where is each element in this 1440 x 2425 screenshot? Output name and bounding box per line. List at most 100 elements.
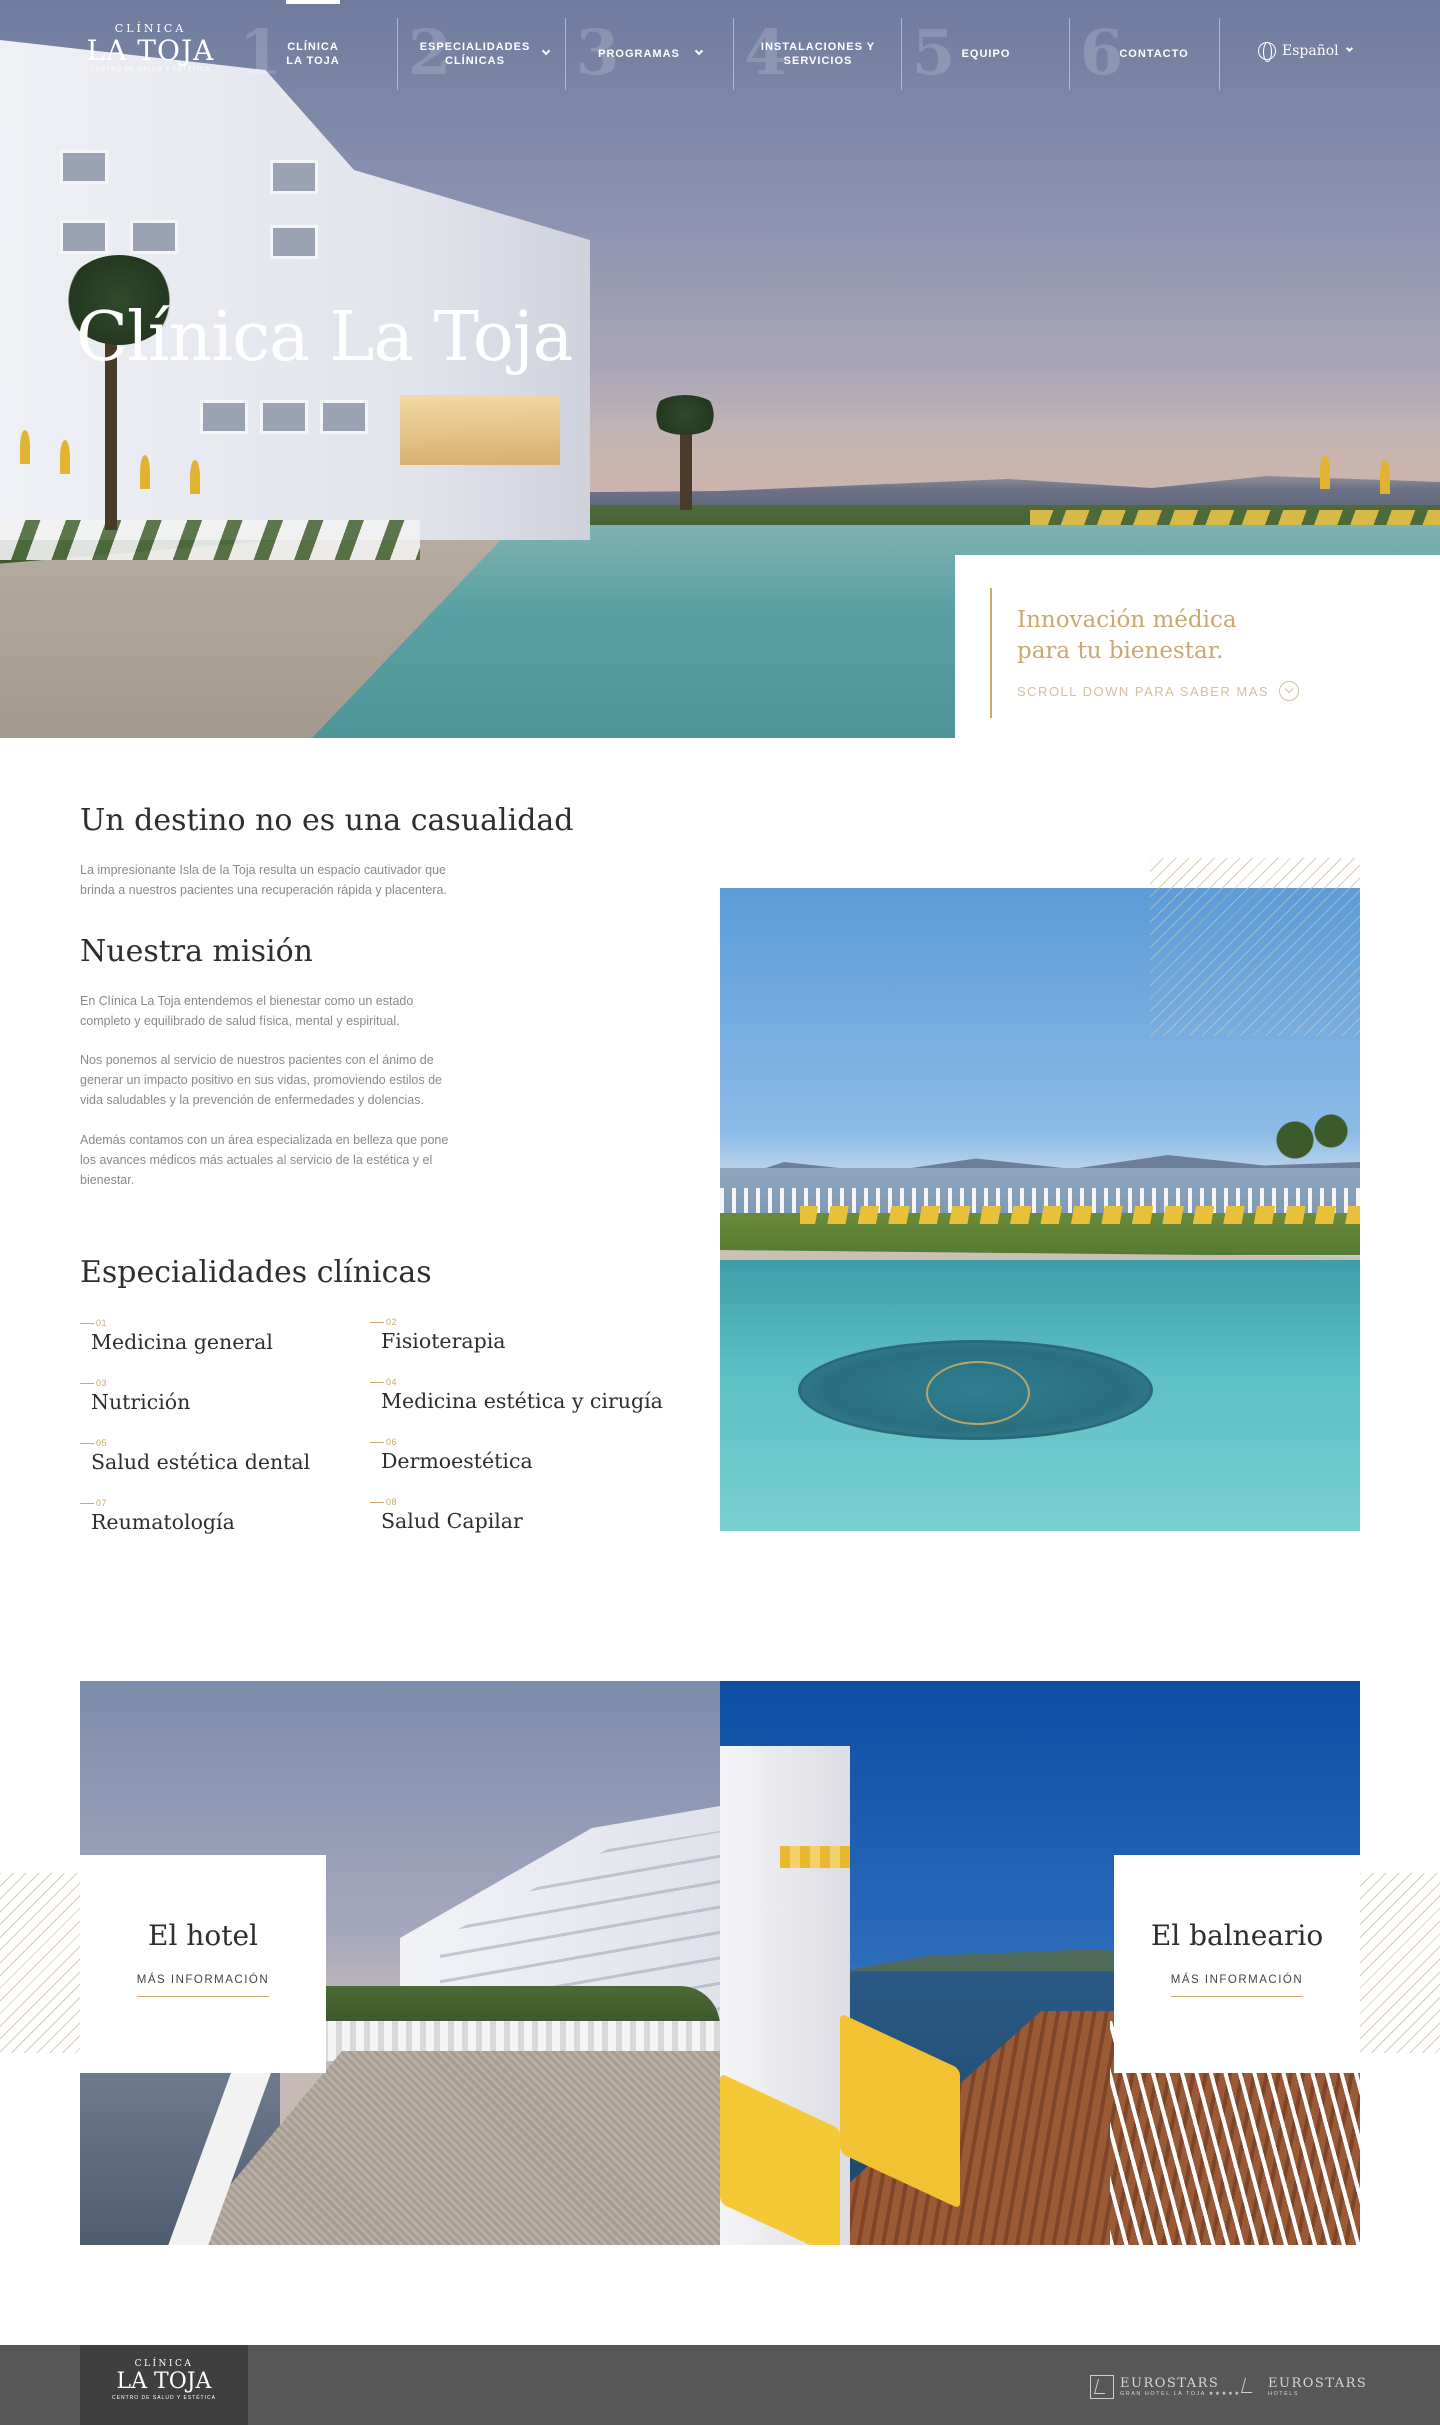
- site-logo[interactable]: CLÍNICA LA TOJA CENTRO DE SALUD Y ESTÉTI…: [78, 22, 223, 92]
- nav-active-indicator: [286, 0, 340, 4]
- hero-tagline: Innovación médica para tu bienestar.: [1017, 605, 1237, 667]
- specialty-item[interactable]: 02 Fisioterapia: [370, 1317, 670, 1367]
- nav-item-contacto[interactable]: 6 CONTACTO: [1070, 18, 1238, 90]
- language-selector[interactable]: Español: [1258, 42, 1353, 62]
- text-line: Además contamos con un área especializad…: [80, 1133, 449, 1147]
- mision-paragraph-3: Además contamos con un área especializad…: [80, 1130, 448, 1190]
- hotel-card-title: El hotel: [148, 1919, 258, 1952]
- hero-loungers-left: [0, 520, 420, 560]
- tagline-accent-bar: [990, 588, 992, 718]
- text-line: completo y equilibrado de salud física, …: [80, 1014, 400, 1028]
- photo-palms: [1268, 1113, 1358, 1203]
- nav-number: 5: [912, 16, 957, 89]
- partner-text: EUROSTARS HOTELS: [1268, 2376, 1368, 2398]
- nav-item-programas[interactable]: 3 PROGRAMAS: [566, 18, 734, 90]
- specialty-label: Fisioterapia: [381, 1329, 506, 1353]
- nav-number: 6: [1080, 16, 1125, 89]
- specialty-item[interactable]: 04 Medicina estética y cirugía: [370, 1377, 670, 1427]
- text-line: En Clínica La Toja entendemos el bienest…: [80, 994, 414, 1008]
- nav-divider: [1219, 18, 1220, 90]
- text-line: La impresionante Isla de la Toja resulta…: [80, 863, 446, 877]
- destino-text: La impresionante Isla de la Toja resulta…: [80, 860, 447, 900]
- main-nav: CLÍNICA LA TOJA CENTRO DE SALUD Y ESTÉTI…: [0, 0, 1440, 100]
- footer-logo-line-1: CLÍNICA: [134, 2359, 194, 2369]
- eurostars-logo-icon: [1090, 2375, 1114, 2399]
- decorative-stripes-right: [1360, 1873, 1440, 2053]
- partner-text: EUROSTARS GRAN HOTEL LA TOJA ★★★★★: [1120, 2376, 1241, 2398]
- footer-logo[interactable]: CLÍNICA LA TOJA CENTRO DE SALUD Y ESTÉTI…: [80, 2345, 248, 2425]
- mision-title: Nuestra misión: [80, 934, 313, 969]
- specialty-label: Nutrición: [91, 1390, 191, 1414]
- partner-name: EUROSTARS: [1120, 2376, 1220, 2391]
- specialty-label: Medicina general: [91, 1330, 273, 1354]
- spa-card-title: El balneario: [1150, 1919, 1324, 1952]
- specialty-number: 06: [370, 1437, 397, 1447]
- hero-lit-lobby: [400, 395, 560, 465]
- nav-item-equipo[interactable]: 5 EQUIPO: [902, 18, 1070, 90]
- logo-line-3: CENTRO DE SALUD Y ESTÉTICA: [90, 67, 211, 73]
- specialty-label: Dermoestética: [381, 1449, 533, 1473]
- specialties-title: Especialidades clínicas: [80, 1255, 432, 1290]
- specialty-number: 03: [80, 1378, 107, 1388]
- hero-section: CLÍNICA LA TOJA CENTRO DE SALUD Y ESTÉTI…: [0, 0, 1440, 738]
- mision-paragraph-1: En Clínica La Toja entendemos el bienest…: [80, 991, 413, 1031]
- decorative-stripes-left: [0, 1873, 80, 2053]
- nav-label: EQUIPO: [961, 48, 1011, 60]
- nav-item-clinica[interactable]: 1 CLÍNICA LA TOJA: [229, 18, 397, 90]
- nav-label: CONTACTO: [1119, 48, 1189, 60]
- text-line: generar un impacto positivo en sus vidas…: [80, 1073, 443, 1087]
- hero-title: Clínica La Toja: [76, 298, 573, 377]
- partner-subtitle: HOTELS: [1268, 2391, 1300, 2397]
- chevron-down-icon: [541, 46, 551, 56]
- specialty-number: 07: [80, 1498, 107, 1508]
- scroll-down-link[interactable]: SCROLL DOWN PARA SABER MAS: [1017, 681, 1300, 701]
- specialty-item[interactable]: 06 Dermoestética: [370, 1437, 670, 1487]
- specialty-number: 05: [80, 1438, 107, 1448]
- specialty-item[interactable]: 07 Reumatología: [80, 1498, 380, 1548]
- hotel-more-info-link[interactable]: MÁS INFORMACIÓN: [136, 1974, 270, 1997]
- spa-awning: [780, 1846, 850, 1868]
- specialty-item[interactable]: 03 Nutrición: [80, 1378, 380, 1428]
- specialty-number: 08: [370, 1497, 397, 1507]
- partner-name: EUROSTARS: [1268, 2376, 1368, 2391]
- chevron-down-icon: [1345, 44, 1353, 52]
- umbrella: [190, 460, 200, 494]
- spa-card: El balneario MÁS INFORMACIÓN: [1114, 1855, 1360, 2073]
- chevron-down-icon: [694, 46, 704, 56]
- nav-label: CLÍNICA LA TOJA: [286, 41, 340, 67]
- specialty-label: Salud estética dental: [91, 1450, 311, 1474]
- nav-item-instalaciones[interactable]: 4 INSTALACIONES Y SERVICIOS: [734, 18, 902, 90]
- hero-tagline-line-2: para tu bienestar.: [1017, 638, 1224, 664]
- specialty-item[interactable]: 08 Salud Capilar: [370, 1497, 670, 1547]
- umbrella: [1320, 455, 1330, 489]
- specialty-item[interactable]: 05 Salud estética dental: [80, 1438, 380, 1488]
- specialty-number: 02: [370, 1317, 397, 1327]
- text-line: brinda a nuestros pacientes una recupera…: [80, 883, 447, 897]
- specialty-number: 01: [80, 1318, 107, 1328]
- hero-tagline-card: Innovación médica para tu bienestar. SCR…: [955, 555, 1440, 738]
- nav-number: 1: [239, 16, 284, 89]
- text-line: vida saludables y la prevención de enfer…: [80, 1093, 424, 1107]
- hotel-card: El hotel MÁS INFORMACIÓN: [80, 1855, 326, 2073]
- spa-more-info-link[interactable]: MÁS INFORMACIÓN: [1170, 1974, 1304, 1997]
- specialty-label: Medicina estética y cirugía: [381, 1389, 663, 1413]
- pool-medallion: [798, 1340, 1153, 1440]
- site-footer: CLÍNICA LA TOJA CENTRO DE SALUD Y ESTÉTI…: [0, 2345, 1440, 2425]
- footer-logo-line-2: LA TOJA: [116, 2369, 212, 2394]
- umbrella: [20, 430, 30, 464]
- partner-eurostars-hotels[interactable]: EUROSTARS HOTELS: [1238, 2373, 1367, 2401]
- partner-eurostars-gran-hotel[interactable]: EUROSTARS GRAN HOTEL LA TOJA ★★★★★: [1090, 2373, 1241, 2401]
- nav-label: PROGRAMAS: [598, 48, 680, 60]
- hero-tagline-line-1: Innovación médica: [1017, 607, 1237, 633]
- scroll-down-icon: [1279, 681, 1300, 701]
- specialty-item[interactable]: 01 Medicina general: [80, 1318, 380, 1368]
- umbrella: [60, 440, 70, 474]
- specialty-label: Reumatología: [91, 1510, 235, 1534]
- nav-label: INSTALACIONES Y SERVICIOS: [760, 41, 876, 67]
- text-line: los avances médicos más actuales al serv…: [80, 1153, 433, 1167]
- eurostars-hotels-logo-icon: [1238, 2375, 1262, 2399]
- nav-item-especialidades[interactable]: 2 ESPECIALIDADES CLÍNICAS: [398, 18, 566, 90]
- language-label: Español: [1282, 43, 1339, 59]
- nav-label: ESPECIALIDADES CLÍNICAS: [419, 41, 531, 67]
- destino-title: Un destino no es una casualidad: [80, 803, 574, 838]
